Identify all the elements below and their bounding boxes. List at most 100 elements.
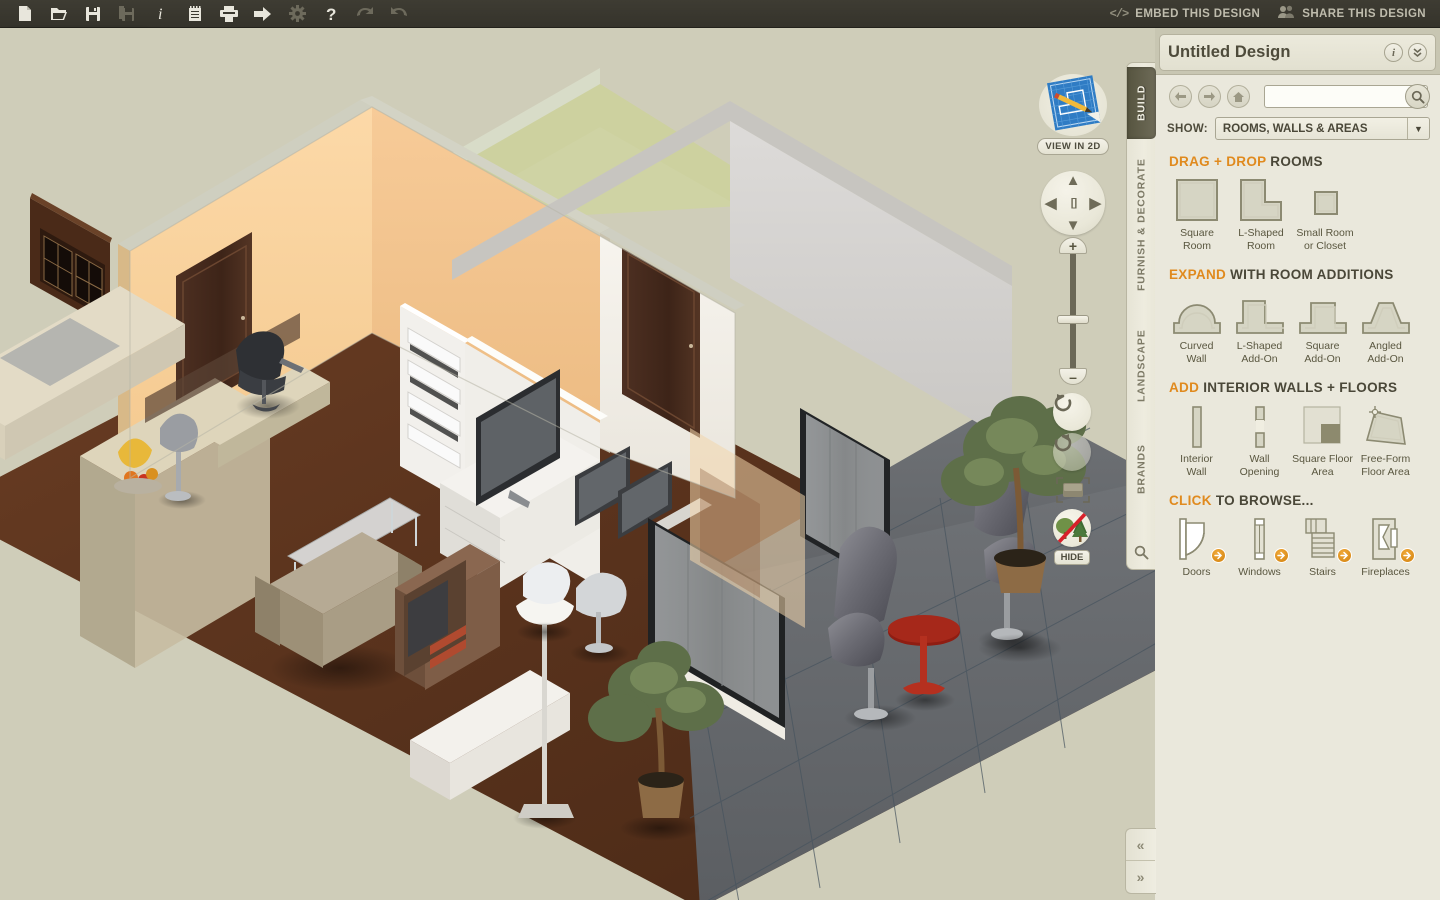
zoom-out-button[interactable]: – [1059, 368, 1087, 385]
collapse-right-button[interactable]: » [1126, 861, 1155, 893]
item-small-room-or-closet[interactable]: Small Room or Closet [1293, 172, 1357, 253]
floorplan-3d-render [0, 28, 1155, 900]
chevron-down-icon: ▼ [1407, 118, 1429, 139]
open-file-button[interactable] [42, 1, 76, 27]
item-angled-add-on[interactable]: Angled Add-On [1354, 285, 1417, 366]
rotate-clockwise-button[interactable] [1053, 433, 1091, 471]
vtab-search-button[interactable] [1127, 539, 1156, 565]
info-button[interactable]: i [144, 1, 178, 27]
item-label: Angled Add-On [1367, 340, 1404, 365]
collapse-left-button[interactable]: « [1126, 829, 1155, 861]
redo-button[interactable] [382, 1, 416, 27]
item-square-room[interactable]: Square Room [1165, 172, 1229, 253]
zoom-slider[interactable]: + – [1055, 237, 1091, 385]
curved-wall-icon [1165, 285, 1228, 337]
show-label: SHOW: [1167, 122, 1208, 135]
nav-forward-button[interactable] [1198, 85, 1221, 108]
item-doors[interactable]: Doors [1165, 511, 1228, 579]
item-label: Windows [1238, 566, 1281, 578]
save-button[interactable] [76, 1, 110, 27]
item-square-floor-area[interactable]: Square Floor Area [1291, 398, 1354, 479]
embed-design-label: EMBED THIS DESIGN [1135, 7, 1261, 20]
panel-collapse-button[interactable] [1408, 43, 1427, 62]
gear-button[interactable] [280, 1, 314, 27]
zoom-slider-thumb[interactable] [1057, 315, 1089, 324]
hide-landscape-button[interactable]: HIDE [1052, 509, 1092, 565]
embed-design-link[interactable]: </> EMBED THIS DESIGN [1110, 7, 1261, 21]
fireplace-icon [1354, 511, 1417, 563]
pan-navigation-pad[interactable]: ▲ ▼ ◀ ▶ [ ] [1041, 171, 1105, 235]
screen-capture-button[interactable] [1055, 476, 1091, 504]
section-heading: DRAG + DROP ROOMS [1169, 154, 1430, 169]
search-button[interactable] [1405, 84, 1430, 109]
show-select[interactable]: ROOMS, WALLS & AREAS ▼ [1214, 117, 1430, 140]
home-icon [1233, 91, 1244, 102]
show-selected-value: ROOMS, WALLS & AREAS [1222, 122, 1368, 135]
chevron-double-down-icon [1413, 48, 1422, 58]
nav-home-button[interactable] [1227, 85, 1250, 108]
item-square-add-on[interactable]: Square Add-On [1291, 285, 1354, 366]
panel-collapse-controls: « » [1125, 828, 1156, 894]
panel-content: SHOW: ROOMS, WALLS & AREAS ▼ DRAG + DROP… [1155, 74, 1440, 900]
item-windows[interactable]: Windows [1228, 511, 1291, 579]
pan-center-button[interactable]: [ ] [1071, 197, 1078, 209]
item-label: Fireplaces [1361, 566, 1410, 578]
rotate-counterclockwise-button[interactable] [1053, 393, 1091, 431]
save-as-button[interactable] [110, 1, 144, 27]
share-design-link[interactable]: SHARE THIS DESIGN [1278, 5, 1426, 22]
item-l-shaped-add-on[interactable]: L-Shaped Add-On [1228, 285, 1291, 366]
item-interior-wall[interactable]: Interior Wall [1165, 398, 1228, 479]
hide-trees-icon [1053, 509, 1091, 547]
square-room-icon [1165, 172, 1229, 224]
item-l-shaped-room[interactable]: L-Shaped Room [1229, 172, 1293, 253]
item-curved-wall[interactable]: Curved Wall [1165, 285, 1228, 366]
view-in-2d-button[interactable]: VIEW IN 2D [1036, 74, 1110, 155]
vtab-brands[interactable]: BRANDS [1127, 427, 1156, 511]
svg-text:?: ? [326, 5, 336, 22]
print-button[interactable] [212, 1, 246, 27]
item-stairs[interactable]: Stairs [1291, 511, 1354, 579]
pan-left-button[interactable]: ◀ [1045, 194, 1057, 212]
search-icon [1134, 545, 1149, 559]
zoom-in-button[interactable]: + [1059, 237, 1087, 254]
item-free-form-floor-area[interactable]: Free-Form Floor Area [1354, 398, 1417, 479]
nav-back-button[interactable] [1169, 85, 1192, 108]
item-label: Small Room or Closet [1296, 227, 1354, 252]
arrow-right-icon [1204, 92, 1215, 101]
export-button[interactable] [246, 1, 280, 27]
blueprint-pencil-icon [1039, 74, 1107, 136]
item-label: Interior Wall [1180, 453, 1213, 478]
pan-right-button[interactable]: ▶ [1089, 194, 1101, 212]
vtab-build[interactable]: BUILD [1127, 67, 1156, 139]
search-input[interactable] [1264, 85, 1428, 108]
section-heading-highlight: CLICK [1169, 493, 1212, 508]
browse-badge [1400, 548, 1415, 563]
square-floor-icon [1291, 398, 1354, 450]
design-3d-canvas[interactable]: VIEW IN 2D ▲ ▼ ◀ ▶ [ ] + – HIDE [0, 28, 1155, 900]
vtab-landscape[interactable]: LANDSCAPE [1127, 311, 1156, 421]
design-info-button[interactable]: i [1384, 43, 1403, 62]
info-icon: i [1391, 46, 1396, 59]
undo-button[interactable] [348, 1, 382, 27]
section-heading-highlight: EXPAND [1169, 267, 1227, 282]
new-file-button[interactable] [8, 1, 42, 27]
section-click-to-browse: CLICK TO BROWSE... Doors Windows Stairs … [1155, 493, 1440, 579]
item-wall-opening[interactable]: Wall Opening [1228, 398, 1291, 479]
code-icon: </> [1109, 6, 1130, 21]
search-icon [1411, 90, 1425, 104]
section-expand-room-additions: EXPAND WITH ROOM ADDITIONS Curved Wall L… [1155, 267, 1440, 366]
mode-vertical-tabs: BUILD FURNISH & DECORATE LANDSCAPE BRAND… [1126, 62, 1156, 570]
item-fireplaces[interactable]: Fireplaces [1354, 511, 1417, 579]
pan-up-button[interactable]: ▲ [1066, 172, 1081, 189]
svg-text:i: i [158, 6, 162, 22]
item-label: Stairs [1309, 566, 1336, 578]
zoom-slider-track[interactable] [1070, 248, 1076, 376]
vtab-furnish-decorate[interactable]: FURNISH & DECORATE [1127, 145, 1156, 305]
right-panel: Untitled Design i SHOW: ROOMS, WALLS & A… [1155, 28, 1440, 900]
item-label: Curved Wall [1179, 340, 1214, 365]
pan-down-button[interactable]: ▼ [1066, 217, 1081, 234]
help-button[interactable]: ? [314, 1, 348, 27]
section-items: Square Room L-Shaped Room Small Room or … [1165, 172, 1430, 253]
toolbar-icon-group: i ? [0, 1, 416, 27]
notes-button[interactable] [178, 1, 212, 27]
